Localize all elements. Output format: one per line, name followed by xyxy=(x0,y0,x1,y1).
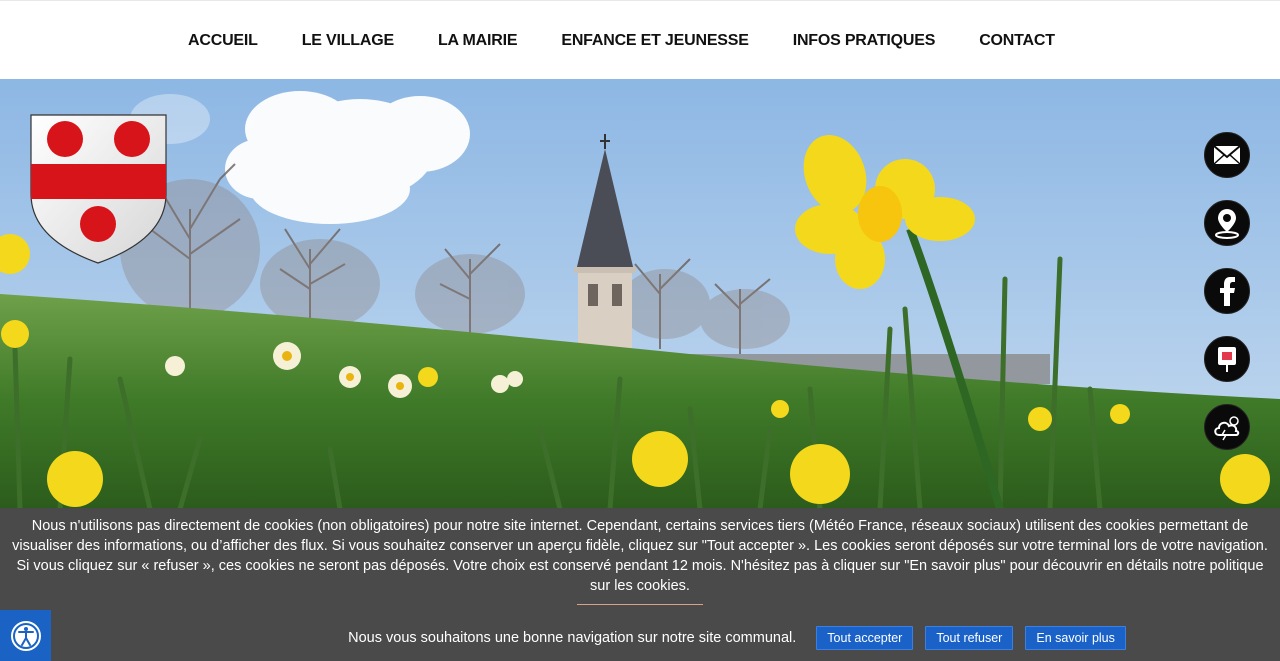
learn-more-button[interactable]: En savoir plus xyxy=(1025,626,1126,650)
nav-item-infos-pratiques[interactable]: INFOS PRATIQUES xyxy=(771,32,958,50)
nav-item-la-mairie[interactable]: LA MAIRIE xyxy=(416,32,539,50)
hero-banner-image xyxy=(0,79,1280,509)
cookie-notice-text: Nous n'utilisons pas directement de cook… xyxy=(12,518,1268,594)
divider xyxy=(577,604,703,605)
nav-item-le-village[interactable]: LE VILLAGE xyxy=(280,32,416,50)
facebook-icon[interactable] xyxy=(1204,268,1250,314)
refuse-all-button[interactable]: Tout refuser xyxy=(925,626,1014,650)
cookie-wish-text: Nous vous souhaitons une bonne navigatio… xyxy=(348,630,797,646)
mail-icon[interactable] xyxy=(1204,132,1250,178)
cookie-actions: Nous vous souhaitons une bonne navigatio… xyxy=(0,626,1280,650)
cookie-consent-banner: Nous n'utilisons pas directement de cook… xyxy=(0,508,1280,661)
weather-icon[interactable] xyxy=(1204,404,1250,450)
nav-item-contact[interactable]: CONTACT xyxy=(957,32,1077,50)
accessibility-icon xyxy=(10,620,41,651)
app-icon[interactable] xyxy=(1204,336,1250,382)
location-pin-icon[interactable] xyxy=(1204,200,1250,246)
accept-all-button[interactable]: Tout accepter xyxy=(816,626,914,650)
nav-item-accueil[interactable]: ACCUEIL xyxy=(166,32,280,50)
site-header: ACCUEIL LE VILLAGE LA MAIRIE ENFANCE ET … xyxy=(0,0,1280,79)
nav-item-enfance-jeunesse[interactable]: ENFANCE ET JEUNESSE xyxy=(539,32,770,50)
side-shortcut-icons xyxy=(1204,132,1250,472)
main-nav: ACCUEIL LE VILLAGE LA MAIRIE ENFANCE ET … xyxy=(166,1,1077,80)
coat-of-arms-icon[interactable] xyxy=(30,114,167,264)
accessibility-button[interactable] xyxy=(0,610,51,661)
